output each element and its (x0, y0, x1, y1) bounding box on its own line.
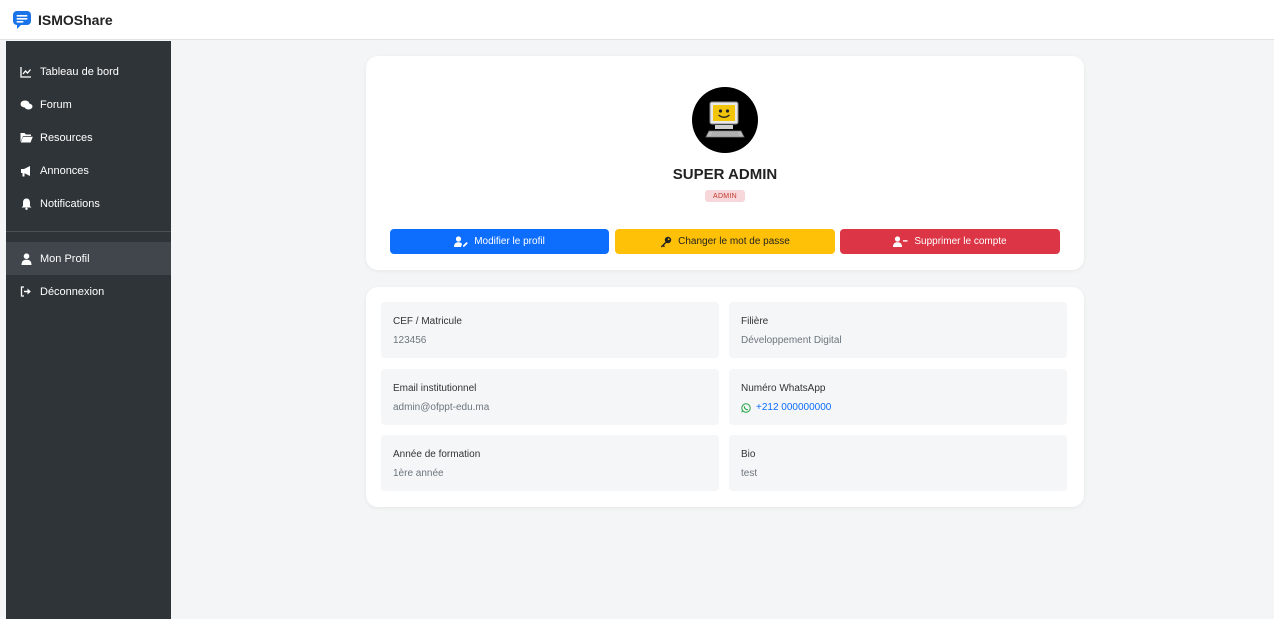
profile-info-card: CEF / Matricule 123456 Filière Développe… (366, 287, 1084, 507)
info-value: Développement Digital (741, 335, 842, 346)
info-value: 123456 (393, 335, 427, 346)
sidebar-item-label: Resources (40, 131, 93, 144)
sidebar-item-forum[interactable]: Forum (6, 88, 171, 121)
info-annee: Année de formation 1ère année (381, 435, 719, 491)
key-icon (660, 236, 672, 247)
sidebar-item-mon-profil[interactable]: Mon Profil (6, 242, 171, 275)
info-label: Année de formation (393, 449, 481, 460)
avatar (692, 87, 758, 153)
delete-account-label: Supprimer le compte (914, 236, 1007, 247)
sidebar-item-label: Tableau de bord (40, 65, 119, 78)
info-value: 1ère année (393, 468, 444, 479)
role-badge: ADMIN (705, 190, 745, 202)
sign-out-icon (19, 285, 33, 299)
info-email: Email institutionnel admin@ofppt-edu.ma (381, 369, 719, 425)
sidebar-item-annonces[interactable]: Annonces (6, 154, 171, 187)
edit-profile-label: Modifier le profil (474, 236, 545, 247)
edit-profile-button[interactable]: Modifier le profil (390, 229, 609, 254)
info-label: Numéro WhatsApp (741, 383, 826, 394)
info-value: admin@ofppt-edu.ma (393, 402, 490, 413)
info-label: Bio (741, 449, 756, 460)
sidebar-item-label: Mon Profil (40, 252, 90, 265)
comments-icon (19, 98, 33, 112)
info-value: test (741, 468, 758, 479)
info-cef: CEF / Matricule 123456 (381, 302, 719, 358)
sidebar-item-label: Notifications (40, 197, 100, 210)
info-filiere: Filière Développement Digital (729, 302, 1067, 358)
info-label: Filière (741, 316, 769, 327)
change-password-button[interactable]: Changer le mot de passe (615, 229, 835, 254)
whatsapp-link[interactable]: +212 000000000 (741, 402, 1067, 413)
sidebar-item-label: Forum (40, 98, 72, 111)
sidebar-item-deconnexion[interactable]: Déconnexion (6, 275, 171, 308)
info-whatsapp: Numéro WhatsApp +212 000000000 (729, 369, 1067, 425)
computer-smiley-icon (705, 101, 745, 138)
top-bar: ISMOShare (0, 0, 1274, 40)
info-bio: Bio test (729, 435, 1067, 491)
change-password-label: Changer le mot de passe (678, 236, 790, 247)
sidebar-item-resources[interactable]: Resources (6, 121, 171, 154)
folder-open-icon (19, 131, 33, 145)
whatsapp-icon (741, 402, 751, 413)
user-icon (19, 252, 33, 266)
sidebar-item-label: Déconnexion (40, 285, 105, 298)
sidebar: Tableau de bord Forum Resources Annonces… (6, 41, 171, 619)
user-minus-icon (893, 236, 908, 247)
delete-account-button[interactable]: Supprimer le compte (840, 229, 1060, 254)
chat-logo-icon (13, 10, 31, 29)
sidebar-divider (6, 231, 171, 232)
sidebar-item-label: Annonces (40, 164, 89, 177)
sidebar-item-notifications[interactable]: Notifications (6, 187, 171, 220)
info-label: Email institutionnel (393, 383, 477, 394)
chart-line-icon (19, 65, 33, 79)
info-label: CEF / Matricule (393, 316, 462, 327)
app-title: ISMOShare (38, 11, 113, 28)
sidebar-item-tableau-de-bord[interactable]: Tableau de bord (6, 55, 171, 88)
user-edit-icon (454, 236, 469, 247)
profile-card: SUPER ADMIN ADMIN Modifier le profil Cha… (366, 56, 1084, 270)
bullhorn-icon (19, 164, 33, 178)
profile-name: SUPER ADMIN (672, 166, 778, 183)
brand[interactable]: ISMOShare (12, 10, 113, 30)
bell-icon (19, 197, 33, 211)
whatsapp-number: +212 000000000 (756, 402, 832, 413)
